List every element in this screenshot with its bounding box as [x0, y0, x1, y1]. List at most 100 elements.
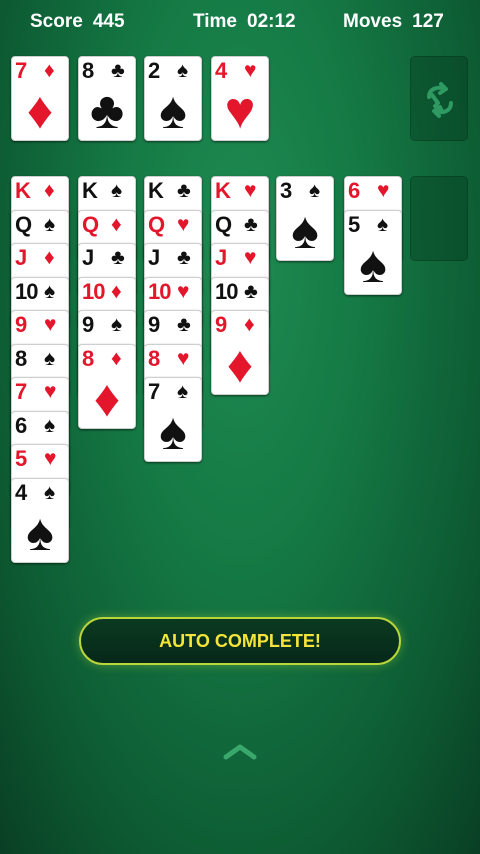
card-center-suit-icon: ♠	[291, 202, 319, 260]
card-rank: Q	[148, 212, 165, 237]
status-bar: Score 445 Time 02:12 Moves 127	[0, 0, 480, 44]
card-rank: J	[15, 245, 27, 270]
card-suit-icon: ♣	[177, 246, 191, 269]
tableau-card[interactable]: 8 ♦ ♦	[78, 344, 136, 429]
card-center-suit-icon: ♠	[26, 504, 54, 562]
card-suit-icon: ♥	[44, 380, 57, 403]
card-suit-icon: ♥	[177, 213, 190, 236]
card-rank: 9	[15, 312, 27, 337]
card-rank: K	[82, 178, 98, 203]
card-rank: 7	[15, 58, 27, 83]
card-center-suit-icon: ♦	[26, 82, 54, 140]
card-suit-icon: ♠	[44, 347, 56, 370]
foundation-pile[interactable]: 7 ♦ ♦	[11, 56, 69, 141]
card-suit-icon: ♦	[44, 59, 55, 82]
card-suit-icon: ♥	[44, 313, 57, 336]
card-suit-icon: ♠	[309, 179, 321, 202]
card-suit-icon: ♥	[177, 280, 190, 303]
card-rank: 8	[15, 346, 27, 371]
card-center-suit-icon: ♥	[224, 82, 256, 140]
card-rank: 4	[15, 480, 27, 505]
card-rank: J	[148, 245, 160, 270]
card-rank: 2	[148, 58, 160, 83]
card-rank: 10	[82, 279, 106, 304]
card-center-suit-icon: ♠	[159, 403, 187, 461]
card-rank: 4	[215, 58, 227, 83]
foundation-pile[interactable]: 2 ♠ ♠	[144, 56, 202, 141]
chevron-up-icon[interactable]	[222, 742, 258, 760]
card-rank: Q	[15, 212, 32, 237]
score-value: 445	[92, 11, 125, 32]
card-suit-icon: ♣	[177, 313, 191, 336]
card-rank: 10	[215, 279, 239, 304]
foundation-pile[interactable]: 4 ♥ ♥	[211, 56, 269, 141]
card-suit-icon: ♠	[44, 213, 56, 236]
card-rank: 7	[148, 379, 160, 404]
time-value: 02:12	[247, 11, 296, 32]
card-center-suit-icon: ♣	[89, 82, 125, 140]
card-rank: 8	[82, 58, 94, 83]
card-suit-icon: ♣	[244, 213, 258, 236]
tableau-card[interactable]: 3 ♠ ♠	[276, 176, 334, 261]
card-rank: K	[148, 178, 164, 203]
foundation-pile[interactable]: 8 ♣ ♣	[78, 56, 136, 141]
card-rank: 3	[280, 178, 292, 203]
card-suit-icon: ♠	[111, 179, 123, 202]
card-suit-icon: ♠	[177, 59, 189, 82]
card-suit-icon: ♦	[44, 246, 55, 269]
card-rank: K	[215, 178, 231, 203]
card-suit-icon: ♣	[177, 179, 191, 202]
card-center-suit-icon: ♦	[226, 336, 254, 394]
card-suit-icon: ♥	[244, 246, 257, 269]
score-label: Score	[30, 11, 83, 32]
card-rank: 6	[348, 178, 360, 203]
card-rank: 7	[15, 379, 27, 404]
card-rank: 9	[215, 312, 227, 337]
card-center-suit-icon: ♦	[93, 370, 121, 428]
card-suit-icon: ♥	[377, 179, 390, 202]
card-rank: 10	[148, 279, 172, 304]
card-suit-icon: ♦	[244, 313, 255, 336]
tableau-card[interactable]: 5 ♠ ♠	[344, 210, 402, 295]
card-center-suit-icon: ♠	[159, 82, 187, 140]
card-rank: 10	[15, 279, 39, 304]
moves-label: Moves	[343, 11, 403, 32]
card-suit-icon: ♣	[244, 280, 258, 303]
card-suit-icon: ♠	[377, 213, 389, 236]
card-rank: 5	[15, 446, 27, 471]
tableau-card[interactable]: 4 ♠ ♠	[11, 478, 69, 563]
auto-complete-button[interactable]: AUTO COMPLETE!	[79, 617, 401, 665]
card-rank: J	[82, 245, 94, 270]
card-suit-icon: ♦	[111, 347, 122, 370]
score-display: Score 445	[30, 11, 125, 33]
card-suit-icon: ♠	[44, 414, 56, 437]
card-suit-icon: ♠	[111, 313, 123, 336]
card-rank: 5	[348, 212, 360, 237]
time-display: Time 02:12	[193, 11, 296, 33]
card-suit-icon: ♥	[244, 179, 257, 202]
tableau-card[interactable]: 9 ♦ ♦	[211, 310, 269, 395]
card-suit-icon: ♣	[111, 59, 125, 82]
card-rank: Q	[215, 212, 232, 237]
moves-value: 127	[412, 11, 444, 32]
card-suit-icon: ♣	[111, 246, 125, 269]
card-suit-icon: ♥	[177, 347, 190, 370]
time-label: Time	[193, 11, 238, 32]
card-rank: Q	[82, 212, 99, 237]
card-rank: 8	[82, 346, 94, 371]
card-suit-icon: ♦	[111, 213, 122, 236]
card-suit-icon: ♠	[44, 280, 56, 303]
empty-tableau-slot[interactable]	[410, 176, 468, 261]
card-suit-icon: ♠	[44, 481, 56, 504]
card-suit-icon: ♦	[111, 280, 122, 303]
tableau-card[interactable]: 7 ♠ ♠	[144, 377, 202, 462]
card-rank: 6	[15, 413, 27, 438]
card-suit-icon: ♠	[177, 380, 189, 403]
card-suit-icon: ♦	[44, 179, 55, 202]
stock-pile[interactable]	[410, 56, 468, 141]
recycle-icon	[427, 82, 453, 118]
card-rank: 9	[148, 312, 160, 337]
card-rank: 8	[148, 346, 160, 371]
card-center-suit-icon: ♠	[359, 236, 387, 294]
card-suit-icon: ♥	[244, 59, 257, 82]
